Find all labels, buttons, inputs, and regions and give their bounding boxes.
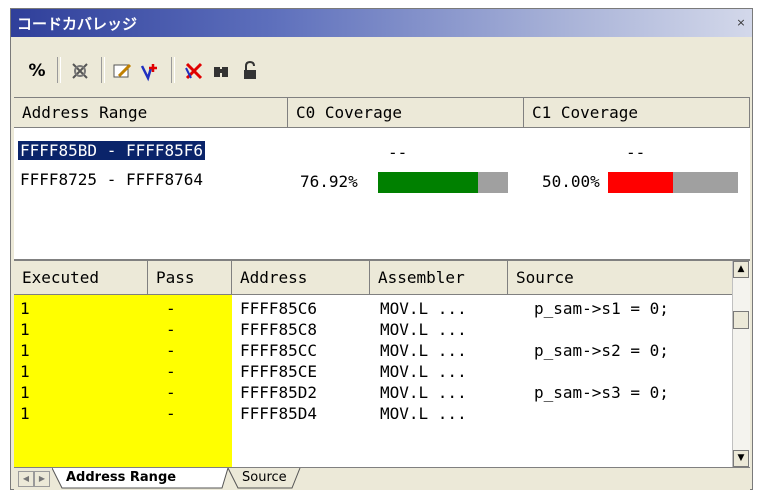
coverage-settings-icon[interactable] bbox=[67, 59, 93, 83]
tab-scroll-left-icon[interactable]: ◀ bbox=[18, 471, 34, 487]
table-row[interactable]: 1 - FFFF85CC MOV.L ... p_sam->s2 = 0; bbox=[14, 341, 734, 361]
search-icon[interactable] bbox=[209, 59, 235, 83]
tab-source[interactable]: Source bbox=[236, 468, 293, 488]
tab-address-range[interactable]: Address Range bbox=[60, 468, 182, 488]
executed-cell: 1 bbox=[20, 383, 30, 402]
title-bar[interactable]: コードカバレッジ × bbox=[11, 9, 752, 37]
c1-coverage-remaining bbox=[673, 172, 738, 193]
column-header-executed[interactable]: Executed bbox=[14, 261, 148, 295]
table-row[interactable]: 1 - FFFF85C6 MOV.L ... p_sam->s1 = 0; bbox=[14, 299, 734, 319]
scroll-up-icon[interactable]: ▲ bbox=[733, 261, 749, 278]
source-cell: p_sam->s1 = 0; bbox=[534, 299, 669, 318]
table-row[interactable]: 1 - FFFF85C8 MOV.L ... bbox=[14, 320, 734, 340]
c0-coverage-bar bbox=[378, 172, 508, 193]
c0-coverage-value: -- bbox=[388, 143, 408, 162]
table-row[interactable]: 1 - FFFF85CE MOV.L ... bbox=[14, 362, 734, 382]
c1-coverage-bar bbox=[608, 172, 738, 193]
source-cell: p_sam->s2 = 0; bbox=[534, 341, 669, 360]
pass-cell: - bbox=[166, 404, 176, 423]
address-range-table: Address Range C0 Coverage C1 Coverage FF… bbox=[14, 97, 750, 260]
assembler-cell: MOV.L ... bbox=[380, 341, 467, 360]
close-icon[interactable]: × bbox=[734, 16, 748, 30]
edit-range-icon[interactable] bbox=[109, 59, 135, 83]
vertical-scrollbar[interactable]: ▲ ▼ bbox=[732, 261, 750, 467]
lock-icon[interactable] bbox=[237, 59, 263, 83]
executed-cell: 1 bbox=[20, 320, 30, 339]
code-listing-table: Executed Pass Address Assembler Source 1… bbox=[14, 259, 750, 467]
pass-cell: - bbox=[166, 362, 176, 381]
add-range-icon[interactable] bbox=[137, 59, 163, 83]
assembler-cell: MOV.L ... bbox=[380, 404, 467, 423]
address-cell: FFFF85CC bbox=[240, 341, 318, 360]
executed-cell: 1 bbox=[20, 299, 30, 318]
toolbar: % bbox=[11, 41, 752, 97]
assembler-cell: MOV.L ... bbox=[380, 362, 467, 381]
column-header-c1-coverage[interactable]: C1 Coverage bbox=[524, 98, 750, 128]
column-header-address-range[interactable]: Address Range bbox=[14, 98, 288, 128]
table-row[interactable]: 1 - FFFF85D2 MOV.L ... p_sam->s3 = 0; bbox=[14, 383, 734, 403]
scroll-down-icon[interactable]: ▼ bbox=[733, 450, 749, 467]
column-header-source[interactable]: Source bbox=[508, 261, 733, 295]
c0-coverage-remaining bbox=[478, 172, 508, 193]
executed-cell: 1 bbox=[20, 404, 30, 423]
range-cell[interactable]: FFFF8725 - FFFF8764 bbox=[20, 170, 203, 189]
assembler-cell: MOV.L ... bbox=[380, 299, 467, 318]
pass-cell: - bbox=[166, 320, 176, 339]
column-header-pass[interactable]: Pass bbox=[148, 261, 232, 295]
c0-coverage-fill bbox=[378, 172, 478, 193]
c0-coverage-value: 76.92% bbox=[300, 172, 358, 191]
tab-scroll-right-icon[interactable]: ▶ bbox=[34, 471, 50, 487]
c1-coverage-fill bbox=[608, 172, 673, 193]
column-header-c0-coverage[interactable]: C0 Coverage bbox=[288, 98, 524, 128]
source-cell: p_sam->s3 = 0; bbox=[534, 383, 669, 402]
c1-coverage-value: -- bbox=[626, 143, 646, 162]
toolbar-separator bbox=[171, 57, 175, 83]
executed-cell: 1 bbox=[20, 362, 30, 381]
scroll-thumb[interactable] bbox=[733, 311, 749, 329]
window-title: コードカバレッジ bbox=[17, 15, 138, 33]
pass-cell: - bbox=[166, 383, 176, 402]
percent-button[interactable]: % bbox=[25, 59, 49, 83]
toolbar-separator bbox=[57, 57, 61, 83]
delete-range-icon[interactable] bbox=[181, 59, 207, 83]
range-cell[interactable]: FFFF85BD - FFFF85F6 bbox=[16, 140, 207, 161]
toolbar-separator bbox=[101, 57, 105, 83]
column-header-assembler[interactable]: Assembler bbox=[370, 261, 508, 295]
code-coverage-window: コードカバレッジ × % Address Range C0 Coverage C… bbox=[10, 8, 753, 490]
address-cell: FFFF85C8 bbox=[240, 320, 318, 339]
pass-cell: - bbox=[166, 299, 176, 318]
address-cell: FFFF85D2 bbox=[240, 383, 318, 402]
address-cell: FFFF85D4 bbox=[240, 404, 318, 423]
address-cell: FFFF85C6 bbox=[240, 299, 318, 318]
c1-coverage-value: 50.00% bbox=[542, 172, 600, 191]
pass-cell: - bbox=[166, 341, 176, 360]
table-row[interactable]: 1 - FFFF85D4 MOV.L ... bbox=[14, 404, 734, 424]
assembler-cell: MOV.L ... bbox=[380, 320, 467, 339]
assembler-cell: MOV.L ... bbox=[380, 383, 467, 402]
executed-cell: 1 bbox=[20, 341, 30, 360]
tab-bar: ◀ ▶ Address Range Source bbox=[14, 467, 750, 490]
address-cell: FFFF85CE bbox=[240, 362, 318, 381]
column-header-address[interactable]: Address bbox=[232, 261, 370, 295]
